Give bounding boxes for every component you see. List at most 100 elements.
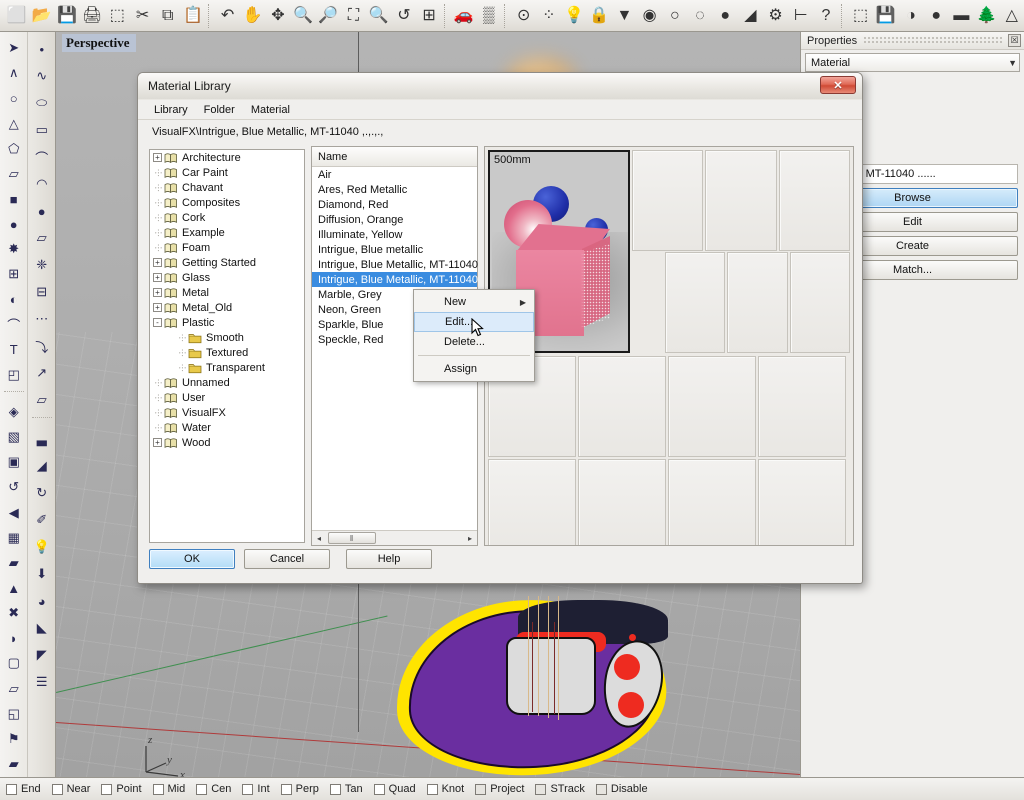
tree-item-getting-started[interactable]: + Getting Started: [150, 255, 304, 270]
shear-icon[interactable]: ▱: [29, 387, 55, 413]
zoom-previous-icon[interactable]: ↺: [391, 2, 416, 30]
material-rotate-icon[interactable]: ↻: [29, 480, 55, 506]
point-object-icon[interactable]: •: [29, 36, 55, 62]
material-light-icon[interactable]: ◕: [29, 588, 55, 614]
thumbnail-cell[interactable]: [665, 252, 726, 353]
tree-item-smooth[interactable]: ⸭ Smooth: [150, 330, 304, 345]
save-render-icon[interactable]: 💾: [873, 2, 898, 30]
thumbnail-cell[interactable]: [668, 356, 756, 457]
render-window-icon[interactable]: ◑: [898, 2, 923, 30]
expand-icon[interactable]: +: [153, 438, 162, 447]
zoom-in-icon[interactable]: 🔍: [291, 2, 316, 30]
control-point-curve-icon[interactable]: ∿: [29, 63, 55, 89]
array-icon[interactable]: ▦: [1, 526, 27, 550]
zoom-window-icon[interactable]: ⛶: [341, 2, 366, 30]
dialog-menu-folder[interactable]: Folder: [196, 102, 243, 118]
cylinder-icon[interactable]: ●: [1, 212, 27, 236]
osnap-toggle-near[interactable]: Near: [51, 783, 90, 795]
offset-icon[interactable]: ▰: [1, 551, 27, 575]
ground-plane-icon[interactable]: ▬: [949, 2, 974, 30]
tree-item-water[interactable]: ⸭ Water: [150, 420, 304, 435]
tree-item-glass[interactable]: + Glass: [150, 270, 304, 285]
guitar-model[interactable]: [386, 592, 686, 777]
checkbox-icon[interactable]: [595, 783, 607, 795]
material-apply-icon[interactable]: ◢: [29, 453, 55, 479]
properties-type-dropdown[interactable]: Material ▼: [805, 53, 1020, 72]
checkbox-icon[interactable]: [373, 783, 385, 795]
thumbnail-cell[interactable]: [727, 252, 788, 353]
select-arrow-icon[interactable]: ➤: [1, 36, 27, 60]
flag-tool-icon[interactable]: ⚑: [1, 727, 27, 751]
material-copy-icon[interactable]: ◣: [29, 615, 55, 641]
mesh-from-surface-icon[interactable]: ▧: [1, 425, 27, 449]
material-thumbnail-grid[interactable]: 500mm: [484, 146, 854, 546]
dots-icon[interactable]: ⋯: [29, 306, 55, 332]
close-icon[interactable]: ✕: [820, 76, 856, 94]
car-render-icon[interactable]: 🚗: [451, 2, 476, 30]
group-icon[interactable]: ◰: [1, 363, 27, 387]
thumbnail-cell[interactable]: [778, 150, 850, 251]
sphere-pair-icon[interactable]: ●: [29, 198, 55, 224]
tree-item-chavant[interactable]: ⸭ Chavant: [150, 180, 304, 195]
loft-icon[interactable]: ◠: [29, 171, 55, 197]
point-cloud-icon[interactable]: ⁘: [536, 2, 561, 30]
osnap-toggle-disable[interactable]: Disable: [595, 783, 648, 795]
thumbnail-cell[interactable]: [578, 356, 666, 457]
material-list-item[interactable]: Intrigue, Blue metallic: [312, 242, 477, 257]
copy-icon[interactable]: ⧉: [155, 2, 180, 30]
cut-scissors-icon[interactable]: ✂: [130, 2, 155, 30]
flow-icon[interactable]: ▱: [1, 677, 27, 701]
material-list-item-selected[interactable]: Intrigue, Blue Metallic, MT-11040: [312, 272, 478, 287]
expand-icon[interactable]: +: [153, 288, 162, 297]
tree-item-car-paint[interactable]: ⸭ Car Paint: [150, 165, 304, 180]
flame-icon[interactable]: ❈: [29, 252, 55, 278]
fillet-icon[interactable]: ⌒: [1, 313, 27, 337]
zoom-selected-icon[interactable]: 🔍: [366, 2, 391, 30]
light-import-icon[interactable]: ⬇: [29, 561, 55, 587]
checkbox-icon[interactable]: [196, 783, 208, 795]
checkbox-icon[interactable]: [242, 783, 254, 795]
context-menu-item-assign[interactable]: Assign: [414, 359, 534, 379]
render-mesh-icon[interactable]: ▃: [29, 426, 55, 452]
osnap-toggle-mid[interactable]: Mid: [152, 783, 185, 795]
four-viewport-icon[interactable]: ⊞: [417, 2, 442, 30]
rectangle-icon[interactable]: ▭: [29, 117, 55, 143]
open-folder-icon[interactable]: 📂: [29, 2, 54, 30]
undo-arrow-icon[interactable]: ↶: [215, 2, 240, 30]
tree-item-composites[interactable]: ⸭ Composites: [150, 195, 304, 210]
dialog-titlebar[interactable]: Material Library ✕: [138, 73, 862, 99]
osnap-toggle-int[interactable]: Int: [242, 783, 270, 795]
plant-icon[interactable]: 🌲: [974, 2, 999, 30]
print-setup-icon[interactable]: ⬚: [105, 2, 130, 30]
pan-hand-icon[interactable]: ✋: [240, 2, 265, 30]
scale-icon[interactable]: ↗: [29, 360, 55, 386]
tree-item-wood[interactable]: + Wood: [150, 435, 304, 450]
checkbox-icon[interactable]: [426, 783, 438, 795]
trim-icon[interactable]: ✖: [1, 601, 27, 625]
checkbox-icon[interactable]: [535, 783, 547, 795]
polygon-icon[interactable]: △: [1, 111, 27, 135]
mesh-icon[interactable]: ◈: [1, 400, 27, 424]
explode-icon[interactable]: ✸: [1, 237, 27, 261]
print-icon[interactable]: 🖨: [80, 2, 105, 30]
osnap-toggle-knot[interactable]: Knot: [426, 783, 464, 795]
tree-item-metal[interactable]: + Metal: [150, 285, 304, 300]
export-icon[interactable]: ⬚: [848, 2, 873, 30]
surface-from-curves-icon[interactable]: ▱: [1, 162, 27, 186]
checkbox-icon[interactable]: [475, 783, 487, 795]
box-solid-icon[interactable]: ■: [1, 187, 27, 211]
checkbox-icon[interactable]: [51, 783, 63, 795]
thumbnail-cell[interactable]: [789, 252, 850, 353]
text-tool-icon[interactable]: T: [1, 338, 27, 362]
tree-item-visualfx[interactable]: ⸭ VisualFX: [150, 405, 304, 420]
save-icon[interactable]: 💾: [54, 2, 79, 30]
mirror-icon[interactable]: ◀: [1, 500, 27, 524]
expand-icon[interactable]: +: [153, 258, 162, 267]
boolean-split-icon[interactable]: ⊟: [29, 279, 55, 305]
point-icon[interactable]: ⊙: [511, 2, 536, 30]
material-match-icon[interactable]: ◤: [29, 642, 55, 668]
expand-icon[interactable]: +: [153, 303, 162, 312]
expand-icon[interactable]: +: [153, 153, 162, 162]
cplane-icon[interactable]: ◱: [1, 702, 27, 726]
context-menu-item-new[interactable]: New ▶: [414, 292, 534, 312]
